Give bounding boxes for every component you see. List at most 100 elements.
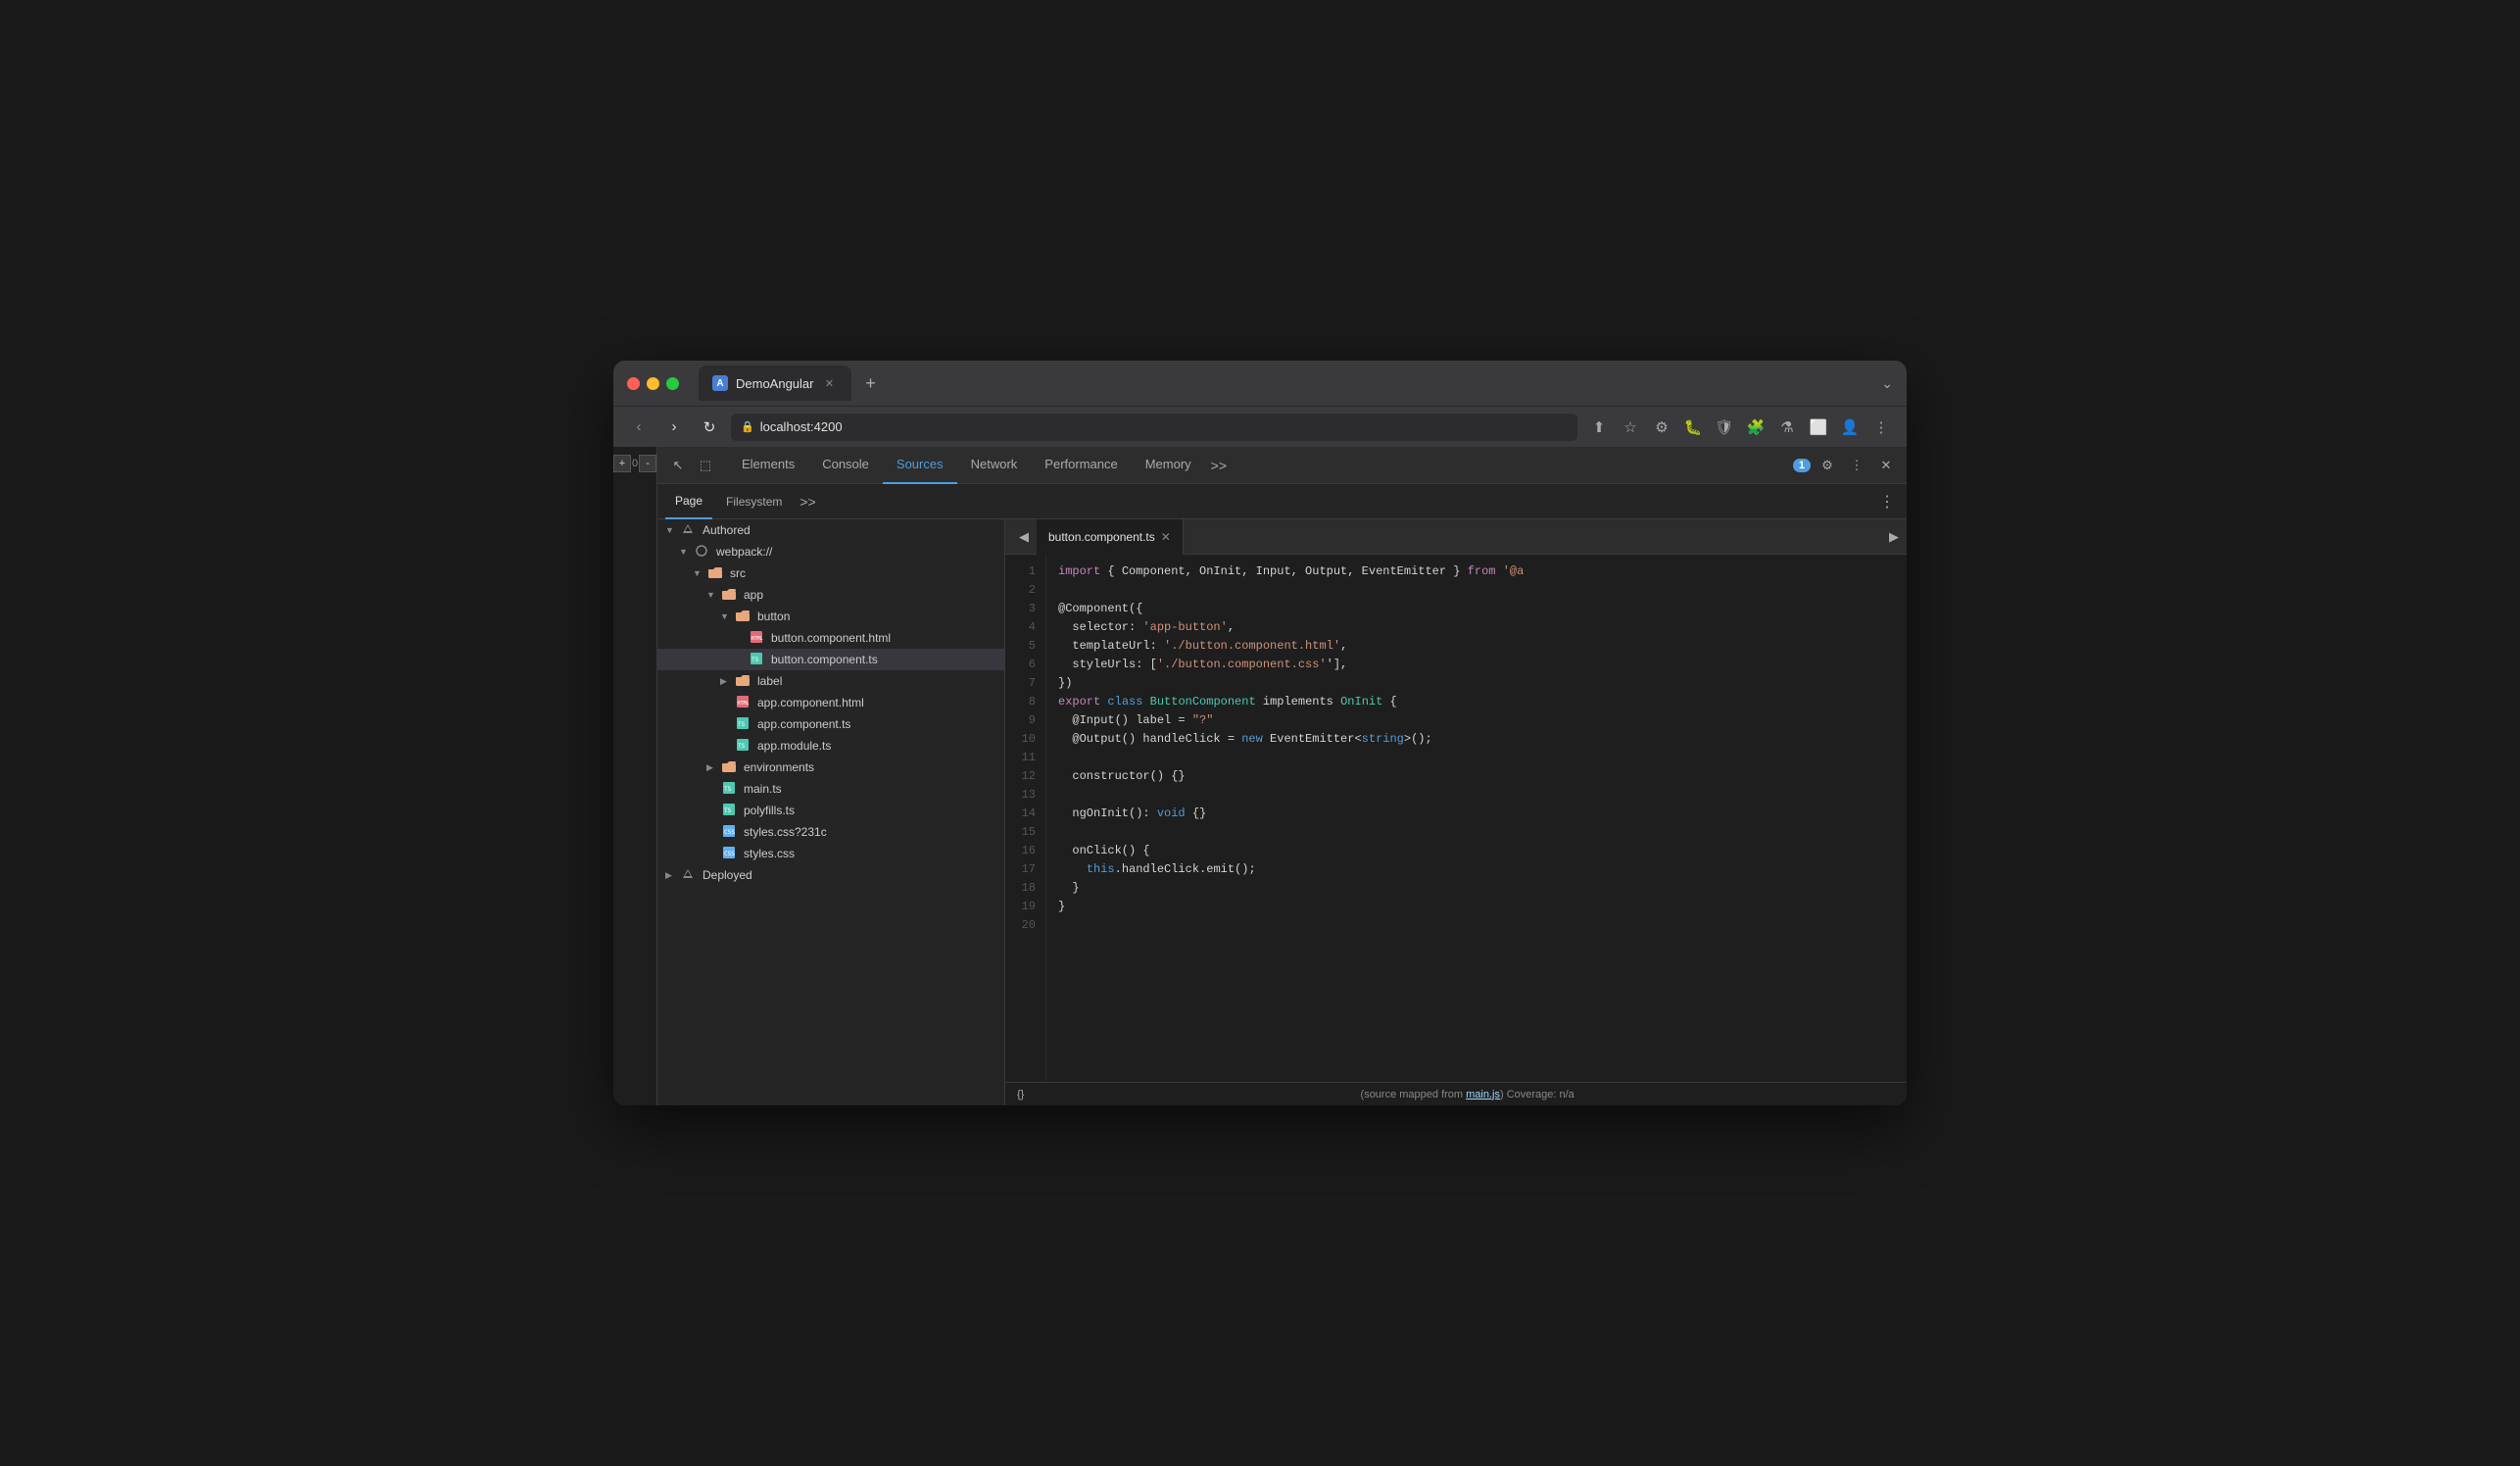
subtab-page[interactable]: Page	[665, 484, 712, 519]
tree-arrow-icon: ▶	[665, 870, 677, 881]
line-number: 1	[1005, 562, 1045, 581]
tree-item-icon: HTML	[736, 695, 750, 711]
tree-item-button-component-html[interactable]: HTMLbutton.component.html	[657, 627, 1004, 649]
subtab-more-icon[interactable]: >>	[796, 494, 819, 510]
source-map-link[interactable]: main.js	[1466, 1089, 1500, 1100]
tree-item-label[interactable]: ▶label	[657, 670, 1004, 692]
close-traffic-light[interactable]	[627, 377, 640, 390]
back-button[interactable]: ‹	[625, 414, 653, 441]
line-numbers: 1234567891011121314151617181920	[1005, 555, 1046, 1082]
tree-item-icon	[681, 867, 695, 884]
line-number: 17	[1005, 860, 1045, 879]
tree-item-styles-css-231c[interactable]: CSS styles.css?231c	[657, 821, 1004, 843]
devtools-more-icon[interactable]: ⋮	[1844, 453, 1869, 478]
zoom-in-button[interactable]: +	[613, 455, 631, 472]
tab-console[interactable]: Console	[808, 447, 883, 484]
code-line	[1058, 786, 1907, 805]
editor-tab-button-ts[interactable]: button.component.ts ✕	[1037, 519, 1184, 555]
tree-item-webpack---[interactable]: ▼webpack://	[657, 541, 1004, 562]
code-line: this.handleClick.emit();	[1058, 860, 1907, 879]
shield-icon[interactable]: 🛡	[1711, 414, 1738, 441]
zoom-value: 0	[632, 458, 638, 469]
code-line: styleUrls: ['./button.component.css''],	[1058, 656, 1907, 674]
line-number: 13	[1005, 786, 1045, 805]
cursor-tool-icon[interactable]: ↖	[665, 453, 691, 478]
tab-close-button[interactable]: ✕	[822, 375, 838, 391]
extensions-icon[interactable]: ⚙	[1648, 414, 1675, 441]
line-number: 10	[1005, 730, 1045, 749]
puzzle-icon[interactable]: 🧩	[1742, 414, 1769, 441]
more-tabs-icon[interactable]: >>	[1205, 458, 1233, 473]
tree-item-button-component-ts[interactable]: TSbutton.component.ts	[657, 649, 1004, 670]
tree-item-button[interactable]: ▼button	[657, 606, 1004, 627]
editor-tab-close-icon[interactable]: ✕	[1161, 530, 1171, 544]
tree-item-app[interactable]: ▼app	[657, 584, 1004, 606]
sidebar-collapse-icon[interactable]: ◀	[1011, 524, 1037, 550]
minimize-traffic-light[interactable]	[647, 377, 659, 390]
sources-inner: ▼Authored▼webpack://▼src▼app▼buttonHTMLb…	[657, 519, 1907, 1105]
tree-item-label: styles.css?231c	[744, 825, 827, 839]
address-bar[interactable]: 🔒 localhost:4200	[731, 414, 1577, 441]
tree-item-icon	[708, 566, 722, 581]
tree-item-main-ts[interactable]: TSmain.ts	[657, 778, 1004, 800]
tab-performance[interactable]: Performance	[1031, 447, 1131, 484]
device-mode-icon[interactable]: ⬚	[693, 453, 718, 478]
tree-item-environments[interactable]: ▶environments	[657, 757, 1004, 778]
tree-item-deployed[interactable]: ▶Deployed	[657, 864, 1004, 886]
window-chevron-icon: ⌄	[1881, 375, 1893, 392]
tree-item-src[interactable]: ▼src	[657, 562, 1004, 584]
code-line: constructor() {}	[1058, 767, 1907, 786]
reload-button[interactable]: ↻	[696, 414, 723, 441]
tree-item-icon: CSS	[722, 846, 736, 862]
profile-icon[interactable]: 👤	[1836, 414, 1864, 441]
zoom-out-button[interactable]: -	[639, 455, 656, 472]
flask-icon[interactable]: ⚗	[1773, 414, 1801, 441]
code-line	[1058, 749, 1907, 767]
code-line	[1058, 916, 1907, 935]
share-icon[interactable]: ⬆	[1585, 414, 1613, 441]
tree-arrow-icon: ▼	[693, 568, 704, 578]
svg-text:TS: TS	[738, 721, 746, 728]
devtools-close-icon[interactable]: ✕	[1873, 453, 1899, 478]
settings-icon[interactable]: ⚙	[1815, 453, 1840, 478]
tree-item-authored[interactable]: ▼Authored	[657, 519, 1004, 541]
tree-item-icon: CSS	[722, 824, 736, 841]
subtab-filesystem[interactable]: Filesystem	[716, 484, 792, 519]
forward-button[interactable]: ›	[660, 414, 688, 441]
code-line: @Component({	[1058, 600, 1907, 618]
tree-item-polyfills-ts[interactable]: TSpolyfills.ts	[657, 800, 1004, 821]
tree-item-icon	[736, 674, 750, 689]
browser-tab-demoangular[interactable]: A DemoAngular ✕	[699, 366, 851, 401]
browser-window: A DemoAngular ✕ + ⌄ ‹ › ↻ 🔒 localhost:42…	[613, 361, 1907, 1105]
tree-item-app-module-ts[interactable]: TSapp.module.ts	[657, 735, 1004, 757]
bug-icon[interactable]: 🐛	[1679, 414, 1707, 441]
tree-item-label: app.component.ts	[757, 717, 850, 731]
fullscreen-traffic-light[interactable]	[666, 377, 679, 390]
new-tab-button[interactable]: +	[857, 369, 885, 397]
code-line: })	[1058, 674, 1907, 693]
tab-sources[interactable]: Sources	[883, 447, 957, 484]
tree-item-label: webpack://	[716, 545, 772, 559]
tree-item-styles-css[interactable]: CSSstyles.css	[657, 843, 1004, 864]
tab-network[interactable]: Network	[957, 447, 1032, 484]
line-number: 12	[1005, 767, 1045, 786]
tab-bar: A DemoAngular ✕ +	[699, 366, 1871, 401]
tree-item-app-component-ts[interactable]: TS app.component.ts	[657, 713, 1004, 735]
tree-item-app-component-html[interactable]: HTMLapp.component.html	[657, 692, 1004, 713]
line-number: 9	[1005, 711, 1045, 730]
tab-elements[interactable]: Elements	[728, 447, 808, 484]
bookmark-icon[interactable]: ☆	[1617, 414, 1644, 441]
sources-menu-icon[interactable]: ⋮	[1875, 492, 1899, 512]
tree-item-label: app.module.ts	[757, 739, 831, 753]
editor-collapse-right-icon[interactable]: ▶	[1881, 524, 1907, 550]
tab-memory[interactable]: Memory	[1132, 447, 1205, 484]
tree-item-icon	[736, 610, 750, 624]
file-tree: ▼Authored▼webpack://▼src▼app▼buttonHTMLb…	[657, 519, 1005, 1105]
line-number: 14	[1005, 805, 1045, 823]
more-icon[interactable]: ⋮	[1867, 414, 1895, 441]
svg-text:HTML: HTML	[738, 701, 750, 707]
code-editor[interactable]: 1234567891011121314151617181920 import {…	[1005, 555, 1907, 1082]
tree-item-icon	[695, 544, 708, 561]
layout-icon[interactable]: ⬜	[1805, 414, 1832, 441]
format-braces-icon[interactable]: {}	[1017, 1089, 1024, 1100]
